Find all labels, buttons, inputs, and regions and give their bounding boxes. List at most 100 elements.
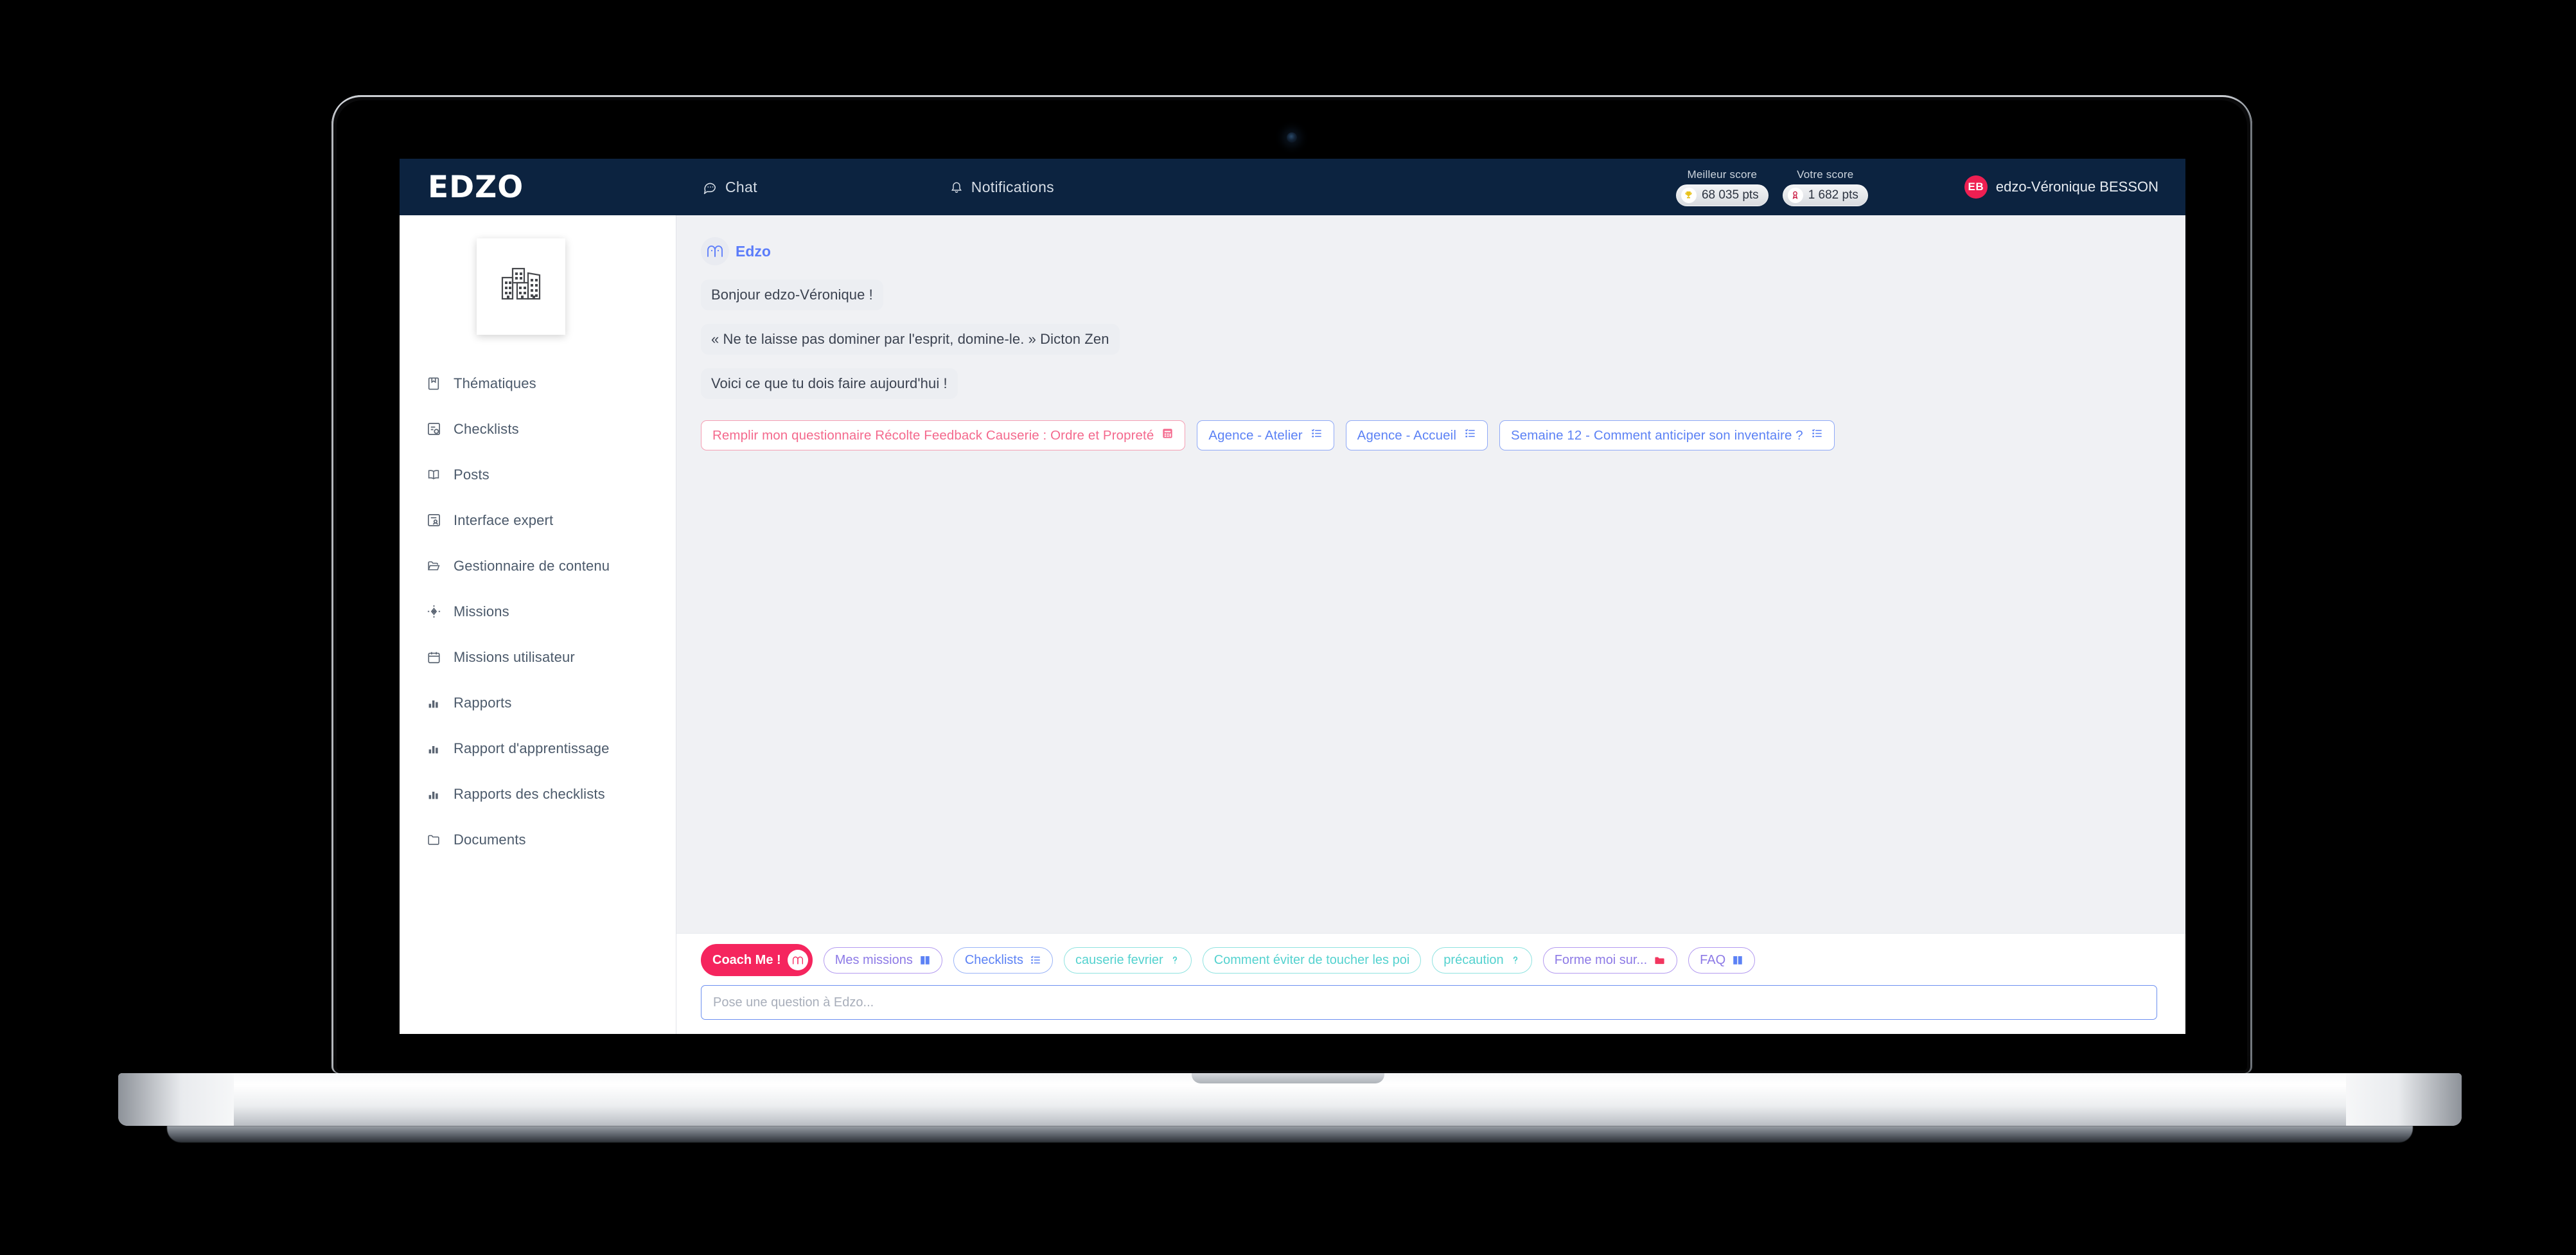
folder-open-icon: [425, 558, 442, 574]
bell-icon: [950, 180, 963, 194]
quick-action-faq[interactable]: FAQ: [1688, 947, 1756, 974]
top-header-bar: EDZO Chat Notifications Meilleur score 6…: [400, 159, 2185, 215]
quick-action-precaution[interactable]: précaution: [1432, 947, 1532, 974]
brand-logo-text: EDZO: [428, 169, 524, 205]
sidebar-item-rapports[interactable]: Rapports: [400, 680, 676, 725]
quick-action-comment-eviter[interactable]: Comment éviter de toucher les poi: [1202, 947, 1422, 974]
sidebar-item-label: Thématiques: [454, 375, 536, 391]
score-area: Meilleur score 68 035 pts Votre score 1 …: [1675, 168, 1887, 206]
app-body: Thématiques Checklists Posts Interface e…: [400, 215, 2185, 1034]
quick-action-label: causerie fevrier: [1075, 952, 1163, 967]
bar-chart-icon: [425, 695, 442, 711]
quick-action-causerie-fevrier[interactable]: causerie fevrier: [1063, 947, 1192, 974]
book-icon: [919, 954, 931, 966]
bot-name-label: Edzo: [736, 242, 771, 260]
bar-chart-icon: [425, 786, 442, 803]
medal-icon: [1787, 187, 1803, 203]
laptop-base-lip: [167, 1126, 2413, 1143]
sidebar-item-label: Rapports des checklists: [454, 785, 605, 802]
webcam-icon: [1287, 132, 1297, 143]
form-icon: [1161, 427, 1174, 443]
folder-red-icon: [1654, 955, 1666, 966]
quick-action-label: Coach Me !: [712, 952, 781, 967]
topnav-label-notifications: Notifications: [971, 178, 1054, 195]
edzo-logo-icon: [701, 237, 729, 265]
best-score-pill[interactable]: 68 035 pts: [1675, 184, 1769, 206]
best-score-value: 68 035 pts: [1701, 188, 1759, 202]
quick-action-label: Mes missions: [834, 952, 913, 967]
app-screen: EDZO Chat Notifications Meilleur score 6…: [400, 159, 2185, 1034]
checklist-icon: [1464, 427, 1476, 443]
quick-action-mes-missions[interactable]: Mes missions: [823, 947, 942, 974]
task-chip-semaine-12[interactable]: Semaine 12 - Comment anticiper son inven…: [1499, 420, 1835, 450]
quick-action-label: Comment éviter de toucher les poi: [1213, 952, 1410, 967]
question-icon: [1510, 954, 1521, 966]
buildings-icon: [500, 267, 542, 307]
bar-chart-icon: [425, 740, 442, 757]
your-score-block: Votre score 1 682 pts: [1782, 168, 1868, 206]
message-row: Bonjour edzo-Véronique !: [701, 280, 2157, 324]
target-icon: [425, 603, 442, 620]
checklist-icon: [1030, 954, 1041, 966]
chat-panel: Edzo Bonjour edzo-Véronique ! « Ne te la…: [676, 215, 2185, 1034]
task-chip-questionnaire[interactable]: Remplir mon questionnaire Récolte Feedba…: [701, 420, 1186, 450]
user-menu[interactable]: EB edzo-Véronique BESSON: [1887, 175, 2185, 199]
topnav-item-notifications[interactable]: Notifications: [950, 179, 1054, 196]
chat-message: Bonjour edzo-Véronique !: [701, 280, 883, 310]
sidebar-item-checklists[interactable]: Checklists: [400, 406, 676, 452]
sidebar-item-interface-expert[interactable]: Interface expert: [400, 497, 676, 543]
your-score-value: 1 682 pts: [1808, 188, 1858, 202]
quick-action-bar: Coach Me ! Mes missions Checklists cause…: [676, 933, 2185, 984]
sidebar-item-label: Interface expert: [454, 512, 554, 528]
quick-action-label: FAQ: [1700, 952, 1726, 967]
sidebar: Thématiques Checklists Posts Interface e…: [400, 215, 676, 1034]
user-name-label: edzo-Véronique BESSON: [1995, 179, 2158, 195]
screenshot-stage: EDZO Chat Notifications Meilleur score 6…: [0, 0, 2576, 1255]
chat-input[interactable]: [701, 985, 2157, 1020]
chat-bubble-icon: [703, 180, 717, 194]
topnav-item-chat[interactable]: Chat: [703, 179, 757, 196]
sidebar-item-label: Posts: [454, 466, 490, 483]
quick-action-forme-moi-sur[interactable]: Forme moi sur...: [1542, 947, 1678, 974]
sidebar-item-label: Checklists: [454, 420, 519, 437]
checklist-box-icon: [425, 421, 442, 438]
sidebar-item-documents[interactable]: Documents: [400, 817, 676, 862]
sidebar-item-posts[interactable]: Posts: [400, 452, 676, 497]
laptop-base-notch: [1192, 1073, 1384, 1083]
question-icon: [1170, 954, 1180, 966]
chat-message-list: Edzo Bonjour edzo-Véronique ! « Ne te la…: [676, 215, 2185, 933]
avatar: EB: [1964, 175, 1988, 199]
page-icon: [425, 375, 442, 392]
sidebar-item-rapport-dapprentissage[interactable]: Rapport d'apprentissage: [400, 725, 676, 771]
chat-message: Voici ce que tu dois faire aujourd'hui !: [701, 368, 958, 399]
sidebar-item-thematiques[interactable]: Thématiques: [400, 360, 676, 406]
quick-action-checklists[interactable]: Checklists: [953, 947, 1053, 974]
your-score-pill[interactable]: 1 682 pts: [1782, 184, 1868, 206]
org-logo-card: [477, 238, 565, 335]
calendar-icon: [425, 649, 442, 666]
quick-action-label: Checklists: [964, 952, 1023, 967]
sidebar-item-missions-utilisateur[interactable]: Missions utilisateur: [400, 634, 676, 680]
task-chip-agence-atelier[interactable]: Agence - Atelier: [1197, 420, 1334, 450]
task-chip-agence-accueil[interactable]: Agence - Accueil: [1345, 420, 1488, 450]
best-score-label: Meilleur score: [1687, 168, 1758, 181]
task-chip-row: Remplir mon questionnaire Récolte Feedba…: [701, 420, 2157, 450]
message-row: « Ne te laisse pas dominer par l'esprit,…: [701, 324, 2157, 368]
your-score-label: Votre score: [1797, 168, 1854, 181]
person-box-icon: [425, 512, 442, 529]
sidebar-item-missions[interactable]: Missions: [400, 589, 676, 634]
sidebar-item-label: Missions utilisateur: [454, 648, 575, 665]
composer-bar: [676, 984, 2185, 1034]
sidebar-item-label: Rapports: [454, 694, 512, 711]
brand-logo[interactable]: EDZO: [400, 170, 676, 205]
open-book-icon: [425, 467, 442, 483]
sidebar-item-label: Rapport d'apprentissage: [454, 740, 610, 756]
sidebar-item-label: Missions: [454, 603, 509, 619]
quick-action-label: précaution: [1443, 952, 1504, 967]
sidebar-item-gestionnaire-de-contenu[interactable]: Gestionnaire de contenu: [400, 543, 676, 589]
quick-action-label: Forme moi sur...: [1554, 952, 1648, 967]
quick-action-coach-me[interactable]: Coach Me !: [701, 944, 813, 976]
task-chip-label: Agence - Atelier: [1208, 427, 1303, 443]
topnav-label-chat: Chat: [725, 178, 757, 195]
sidebar-item-rapports-des-checklists[interactable]: Rapports des checklists: [400, 771, 676, 817]
